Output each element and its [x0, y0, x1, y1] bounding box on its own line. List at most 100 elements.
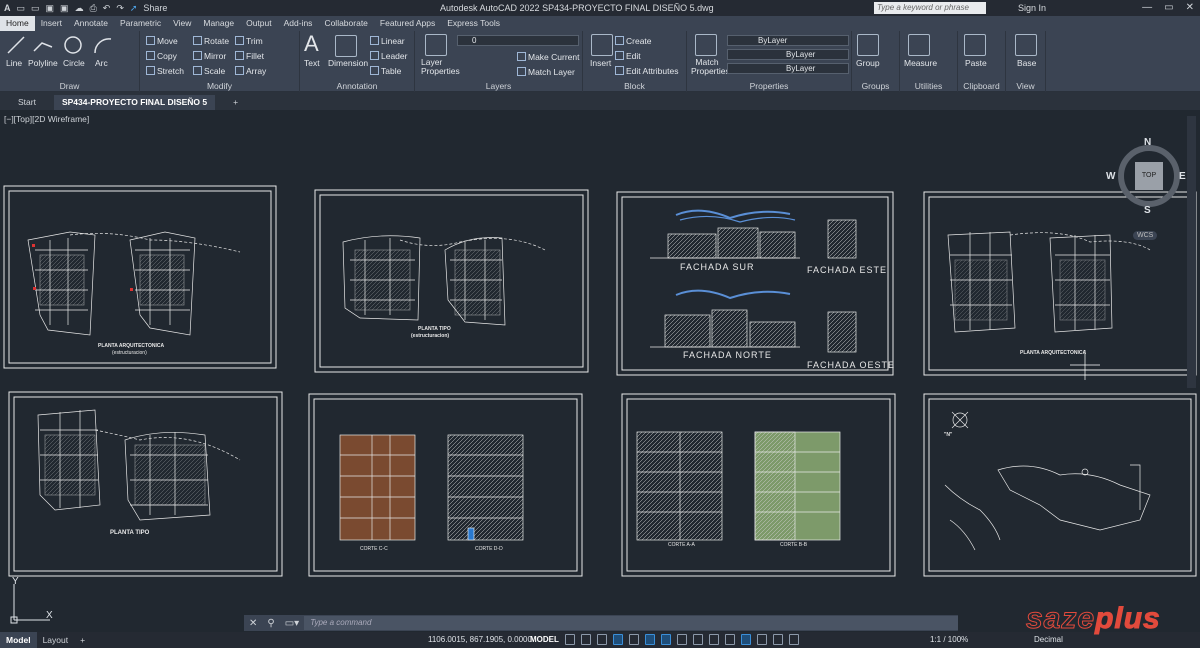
units-dropdown[interactable]: Decimal — [1034, 635, 1063, 644]
osnap-icon[interactable] — [661, 634, 671, 645]
navigation-bar[interactable] — [1187, 116, 1196, 388]
ribbon-tab-collaborate[interactable]: Collaborate — [318, 16, 373, 31]
compass-west[interactable]: W — [1106, 171, 1115, 182]
paste-button[interactable]: Paste — [965, 58, 987, 68]
ribbon-tab-annotate[interactable]: Annotate — [68, 16, 114, 31]
drawing-canvas[interactable]: PLANTA ARQUITECTONICA (estructuracion) P… — [0, 110, 1200, 630]
ribbon-tab-insert[interactable]: Insert — [35, 16, 68, 31]
ribbon-tab-manage[interactable]: Manage — [197, 16, 240, 31]
draw-panel-title[interactable]: Draw — [0, 81, 139, 91]
viewcube-top-face[interactable]: TOP — [1135, 162, 1163, 190]
layer-dropdown[interactable]: 0 — [457, 35, 579, 46]
leader-button[interactable]: Leader — [370, 51, 407, 61]
compass-south[interactable]: S — [1144, 205, 1151, 216]
insert-button[interactable]: Insert — [590, 58, 611, 68]
tab-layout[interactable]: Layout — [37, 632, 75, 648]
rotate-button[interactable]: Rotate — [193, 36, 229, 46]
fillet-button[interactable]: Fillet — [235, 51, 264, 61]
create-button[interactable]: Create — [615, 36, 652, 46]
print-icon[interactable]: ⎙ — [90, 3, 97, 14]
ribbon-tab-featured-apps[interactable]: Featured Apps — [374, 16, 441, 31]
new-tab-button[interactable]: + — [225, 95, 246, 110]
viewport-controls[interactable]: [−][Top][2D Wireframe] — [4, 114, 89, 124]
annotation-panel-title[interactable]: Annotation — [300, 81, 414, 91]
add-layout-button[interactable]: + — [74, 632, 91, 648]
text-button[interactable]: Text — [304, 58, 320, 68]
circle-button[interactable]: Circle — [63, 58, 85, 68]
insert-icon[interactable] — [591, 34, 613, 56]
tab-start[interactable]: Start — [10, 95, 44, 110]
layer-properties-button[interactable]: Layer Properties — [421, 58, 460, 76]
autocad-logo[interactable]: A — [4, 3, 11, 13]
lineweight-dropdown[interactable]: ByLayer — [727, 63, 849, 74]
maximize-icon[interactable]: ▭ — [1164, 2, 1173, 13]
clipboard-panel-title[interactable]: Clipboard — [958, 81, 1005, 91]
viewcube[interactable]: TOP N S E W — [1106, 137, 1186, 217]
line-icon[interactable] — [6, 35, 26, 55]
dimension-button[interactable]: Dimension — [328, 58, 368, 68]
modify-panel-title[interactable]: Modify — [140, 81, 299, 91]
share-icon[interactable]: ➚ — [130, 3, 138, 14]
compass-north[interactable]: N — [1144, 137, 1151, 148]
3d-osnap-icon[interactable] — [725, 634, 735, 645]
open-icon[interactable]: ▭ — [31, 3, 40, 14]
dynamic-ucs-icon[interactable] — [741, 634, 751, 645]
transparency-icon[interactable] — [693, 634, 703, 645]
stretch-button[interactable]: Stretch — [146, 66, 184, 76]
selection-cycling-icon[interactable] — [709, 634, 719, 645]
wcs-menu[interactable]: WCS — [1133, 231, 1158, 240]
measure-icon[interactable] — [908, 34, 930, 56]
linear-button[interactable]: Linear — [370, 36, 405, 46]
recent-cmd-icon[interactable]: ▭▾ — [280, 618, 304, 629]
block-panel-title[interactable]: Block — [583, 81, 686, 91]
ribbon-tab-home[interactable]: Home — [0, 16, 35, 31]
copy-button[interactable]: Copy — [146, 51, 177, 61]
circle-icon[interactable] — [63, 35, 83, 55]
ribbon-tab-output[interactable]: Output — [240, 16, 278, 31]
cloud-icon[interactable]: ☁ — [75, 3, 84, 14]
array-button[interactable]: Array — [235, 66, 266, 76]
base-button[interactable]: Base — [1017, 58, 1036, 68]
close-icon[interactable]: ✕ — [1186, 2, 1194, 13]
redo-icon[interactable]: ↷ — [116, 3, 124, 14]
undo-icon[interactable]: ↶ — [103, 3, 111, 14]
ribbon-tab-express-tools[interactable]: Express Tools — [441, 16, 506, 31]
groups-panel-title[interactable]: Groups — [852, 81, 899, 91]
color-dropdown[interactable]: ByLayer — [727, 35, 849, 46]
measure-button[interactable]: Measure — [904, 58, 937, 68]
saveas-icon[interactable]: ▣ — [60, 3, 69, 14]
paste-icon[interactable] — [964, 34, 986, 56]
match-properties-button[interactable]: Match Properties — [691, 58, 730, 76]
snap-icon[interactable] — [581, 634, 591, 645]
search-input[interactable]: Type a keyword or phrase — [874, 2, 986, 14]
polar-icon[interactable] — [613, 634, 623, 645]
text-icon[interactable]: A — [304, 31, 319, 57]
layer-properties-icon[interactable] — [425, 34, 447, 56]
isodraft-icon[interactable] — [629, 634, 639, 645]
polyline-icon[interactable] — [32, 35, 54, 55]
edit-attributes-button[interactable]: Edit Attributes — [615, 66, 678, 76]
view-panel-title[interactable]: View — [1006, 81, 1045, 91]
model-space-button[interactable]: MODEL — [530, 635, 559, 644]
make-current-button[interactable]: Make Current — [517, 52, 580, 62]
layers-panel-title[interactable]: Layers — [415, 81, 582, 91]
gizmo-icon[interactable] — [773, 634, 783, 645]
dimension-icon[interactable] — [335, 35, 357, 57]
tab-model[interactable]: Model — [0, 632, 37, 648]
scale-button[interactable]: Scale — [193, 66, 225, 76]
properties-panel-title[interactable]: Properties — [687, 81, 851, 91]
line-button[interactable]: Line — [6, 58, 22, 68]
ribbon-tab-view[interactable]: View — [167, 16, 197, 31]
ribbon-tab-parametric[interactable]: Parametric — [114, 16, 167, 31]
group-icon[interactable] — [857, 34, 879, 56]
match-layer-button[interactable]: Match Layer — [517, 67, 575, 77]
polyline-button[interactable]: Polyline — [28, 58, 58, 68]
lineweight-icon[interactable] — [677, 634, 687, 645]
grid-icon[interactable] — [565, 634, 575, 645]
ribbon-tab-add-ins[interactable]: Add-ins — [278, 16, 319, 31]
group-button[interactable]: Group — [856, 58, 880, 68]
trim-button[interactable]: Trim — [235, 36, 263, 46]
edit-button[interactable]: Edit — [615, 51, 641, 61]
share-button[interactable]: Share — [143, 3, 167, 13]
match-properties-icon[interactable] — [695, 34, 717, 56]
